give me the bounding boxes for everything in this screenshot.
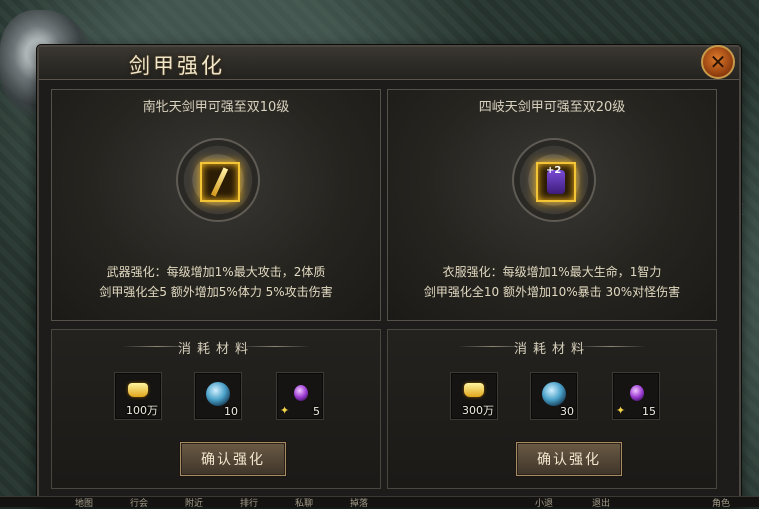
equipment-enhance-window: 剑甲强化 ✕ 南牝天剑甲可强至双10级 武器强化：每级增加1%最大攻击，2体质 … <box>37 45 741 504</box>
materials-title: 消耗材料 <box>177 342 254 357</box>
materials-title: 消耗材料 <box>513 342 590 357</box>
bottom-tab-exit[interactable]: 退出 <box>592 496 610 509</box>
material-slot-gold[interactable]: 300万 <box>450 372 498 420</box>
desc-line-2: 剑甲强化全5 额外增加5%体力 5%攻击伤害 <box>99 285 333 299</box>
material-slot-orb[interactable]: 30 <box>530 372 578 420</box>
armor-materials-panel: 消耗材料 300万 30 ✦ 15 确认强化 <box>387 329 717 489</box>
weapon-enhance-panel: 南牝天剑甲可强至双10级 武器强化：每级增加1%最大攻击，2体质 剑甲强化全5 … <box>51 89 381 321</box>
material-qty: 10 <box>224 405 238 418</box>
panel-description: 衣服强化：每级增加1%最大生命，1智力 剑甲强化全10 额外增加10%暴击 30… <box>388 262 716 302</box>
purple-gem-icon <box>294 385 308 401</box>
sparkle-icon: ✦ <box>616 404 626 417</box>
confirm-enhance-button[interactable]: 确认强化 <box>516 442 622 476</box>
bottom-tab-ranking[interactable]: 排行 <box>240 496 258 509</box>
gold-ingot-icon <box>464 383 484 397</box>
bottom-tab-logout[interactable]: 小退 <box>535 496 553 509</box>
material-slot-gem[interactable]: ✦ 5 <box>276 372 324 420</box>
confirm-enhance-button[interactable]: 确认强化 <box>180 442 286 476</box>
sword-icon <box>210 167 229 197</box>
enhance-level-badge: +2 <box>546 165 562 176</box>
panel-title: 南牝天剑甲可强至双10级 <box>142 100 290 115</box>
divider-ornament <box>576 346 646 347</box>
bottom-tab-nearby[interactable]: 附近 <box>185 496 203 509</box>
desc-line-1: 武器强化：每级增加1%最大攻击，2体质 <box>106 265 326 279</box>
medallion-frame: +2 <box>512 138 596 222</box>
purple-gem-icon <box>630 385 644 401</box>
blue-orb-icon <box>542 382 566 406</box>
bottom-tab-chat[interactable]: 私聊 <box>295 496 313 509</box>
material-qty: 15 <box>642 405 656 418</box>
medallion-frame <box>176 138 260 222</box>
divider-ornament <box>240 346 310 347</box>
material-slot-orb[interactable]: 10 <box>194 372 242 420</box>
material-qty: 300万 <box>462 404 494 417</box>
sparkle-icon: ✦ <box>280 404 290 417</box>
material-slot-gem[interactable]: ✦ 15 <box>612 372 660 420</box>
desc-line-2: 剑甲强化全10 额外增加10%暴击 30%对怪伤害 <box>423 285 681 299</box>
bottom-tab-character[interactable]: 角色 <box>712 496 730 509</box>
armor-item-slot[interactable]: +2 <box>536 162 576 202</box>
material-slot-gold[interactable]: 100万 <box>114 372 162 420</box>
bottom-tab-guild[interactable]: 行会 <box>130 496 148 509</box>
weapon-materials-panel: 消耗材料 100万 10 ✦ 5 确认强化 <box>51 329 381 489</box>
material-qty: 100万 <box>126 404 158 417</box>
bottom-tab-drops[interactable]: 掉落 <box>350 496 368 509</box>
panel-title: 四岐天剑甲可强至双20级 <box>478 100 626 115</box>
close-button[interactable]: ✕ <box>701 45 735 79</box>
game-bottom-bar: 地图 行会 附近 排行 私聊 掉落 小退 退出 角色 <box>0 496 759 509</box>
window-title: 剑甲强化 <box>129 54 225 78</box>
armor-enhance-panel: 四岐天剑甲可强至双20级 +2 衣服强化：每级增加1%最大生命，1智力 剑甲强化… <box>387 89 717 321</box>
desc-line-1: 衣服强化：每级增加1%最大生命，1智力 <box>442 265 662 279</box>
blue-orb-icon <box>206 382 230 406</box>
material-qty: 5 <box>313 405 320 418</box>
material-qty: 30 <box>560 405 574 418</box>
gold-ingot-icon <box>128 383 148 397</box>
panel-description: 武器强化：每级增加1%最大攻击，2体质 剑甲强化全5 额外增加5%体力 5%攻击… <box>52 262 380 302</box>
title-bar[interactable]: 剑甲强化 ✕ <box>39 45 739 80</box>
bottom-tab-map[interactable]: 地图 <box>75 496 93 509</box>
weapon-item-slot[interactable] <box>200 162 240 202</box>
